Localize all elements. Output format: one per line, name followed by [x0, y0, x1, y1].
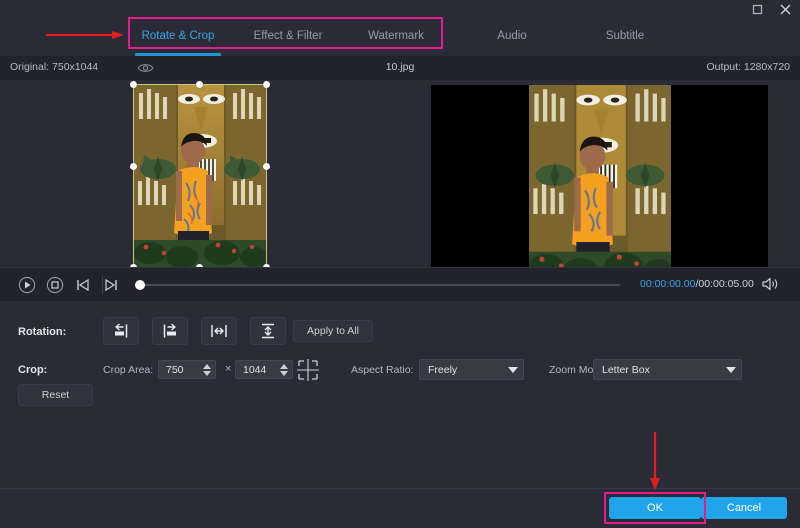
crop-handle-top-left[interactable]	[130, 81, 137, 88]
crop-handle-left[interactable]	[130, 163, 137, 170]
play-icon[interactable]	[18, 276, 36, 294]
flip-vertical-icon[interactable]	[250, 317, 286, 345]
source-preview-panel[interactable]	[0, 80, 400, 267]
crop-height-input[interactable]: 1044	[235, 360, 293, 379]
apply-to-all-label: Apply to All	[307, 325, 359, 337]
apply-to-all-button[interactable]: Apply to All	[293, 320, 373, 342]
tab-audio[interactable]: Audio	[464, 16, 560, 56]
reset-button[interactable]: Reset	[18, 384, 93, 406]
video-editor-window: Rotate & Crop Effect & Filter Watermark …	[0, 0, 800, 528]
tab-rotate-crop[interactable]: Rotate & Crop	[128, 16, 228, 56]
ok-button[interactable]: OK	[609, 497, 701, 519]
cancel-label: Cancel	[727, 502, 761, 514]
crop-label: Crop:	[18, 364, 47, 376]
close-icon[interactable]	[778, 2, 792, 16]
output-preview-panel[interactable]	[400, 80, 800, 267]
tab-label: Effect & Filter	[254, 30, 323, 42]
rotate-left-icon[interactable]	[103, 317, 139, 345]
zoom-mode-select[interactable]: Letter Box	[593, 359, 742, 380]
tab-label: Watermark	[368, 30, 424, 42]
output-image	[529, 85, 671, 267]
center-crop-icon[interactable]	[295, 357, 321, 383]
output-size-label: Output: 1280x720	[707, 61, 790, 73]
timeline-slider[interactable]	[140, 284, 620, 286]
tab-subtitle[interactable]: Subtitle	[577, 16, 673, 56]
crop-dimension-separator: ×	[225, 363, 231, 375]
window-controls	[750, 2, 792, 16]
tab-watermark[interactable]: Watermark	[348, 16, 444, 56]
chevron-down-icon	[721, 367, 741, 373]
info-bar: Original: 750x1044 10.jpg Output: 1280x7…	[0, 56, 800, 80]
playback-bar: 00:00:00.00/00:00:05.00	[0, 267, 800, 301]
tab-label: Subtitle	[606, 30, 644, 42]
tab-effect-filter[interactable]: Effect & Filter	[238, 16, 338, 56]
crop-height-stepper[interactable]	[276, 361, 292, 378]
crop-handle-right[interactable]	[263, 163, 270, 170]
crop-height-value: 1044	[236, 364, 276, 376]
zoom-mode-value: Letter Box	[594, 364, 721, 376]
crop-handle-top[interactable]	[196, 81, 203, 88]
timeline-slider-handle[interactable]	[135, 280, 145, 290]
crop-width-value: 750	[159, 364, 199, 376]
tab-label: Rotate & Crop	[142, 30, 215, 42]
title-bar	[0, 0, 800, 16]
toolbar-divider	[102, 276, 103, 294]
crop-area-label: Crop Area:	[103, 364, 153, 376]
ok-label: OK	[647, 502, 663, 514]
file-name-label: 10.jpg	[0, 61, 800, 73]
crop-width-input[interactable]: 750	[158, 360, 216, 379]
red-arrow-to-tabs-annotation	[46, 31, 124, 39]
aspect-ratio-label: Aspect Ratio:	[351, 364, 413, 376]
chevron-down-icon	[503, 367, 523, 373]
aspect-ratio-select[interactable]: Freely	[419, 359, 524, 380]
crop-handle-top-right[interactable]	[263, 81, 270, 88]
flip-horizontal-icon[interactable]	[201, 317, 237, 345]
cancel-button[interactable]: Cancel	[701, 497, 787, 519]
source-image	[134, 85, 266, 267]
previous-frame-icon[interactable]	[74, 276, 92, 294]
total-time: 00:00:05.00	[698, 278, 753, 290]
preview-area	[0, 80, 800, 267]
next-frame-icon[interactable]	[102, 276, 120, 294]
aspect-ratio-value: Freely	[420, 364, 503, 376]
reset-label: Reset	[42, 389, 69, 401]
crop-width-stepper[interactable]	[199, 361, 215, 378]
volume-icon[interactable]	[761, 276, 779, 294]
rotate-right-icon[interactable]	[152, 317, 188, 345]
stop-icon[interactable]	[46, 276, 64, 294]
maximize-icon[interactable]	[750, 2, 764, 16]
red-arrow-to-ok-annotation	[650, 432, 660, 490]
tab-label: Audio	[497, 30, 526, 42]
output-letterbox-stage	[431, 85, 768, 267]
time-display: 00:00:00.00/00:00:05.00	[640, 278, 754, 290]
current-time: 00:00:00.00	[640, 278, 695, 290]
rotation-label: Rotation:	[18, 326, 66, 338]
